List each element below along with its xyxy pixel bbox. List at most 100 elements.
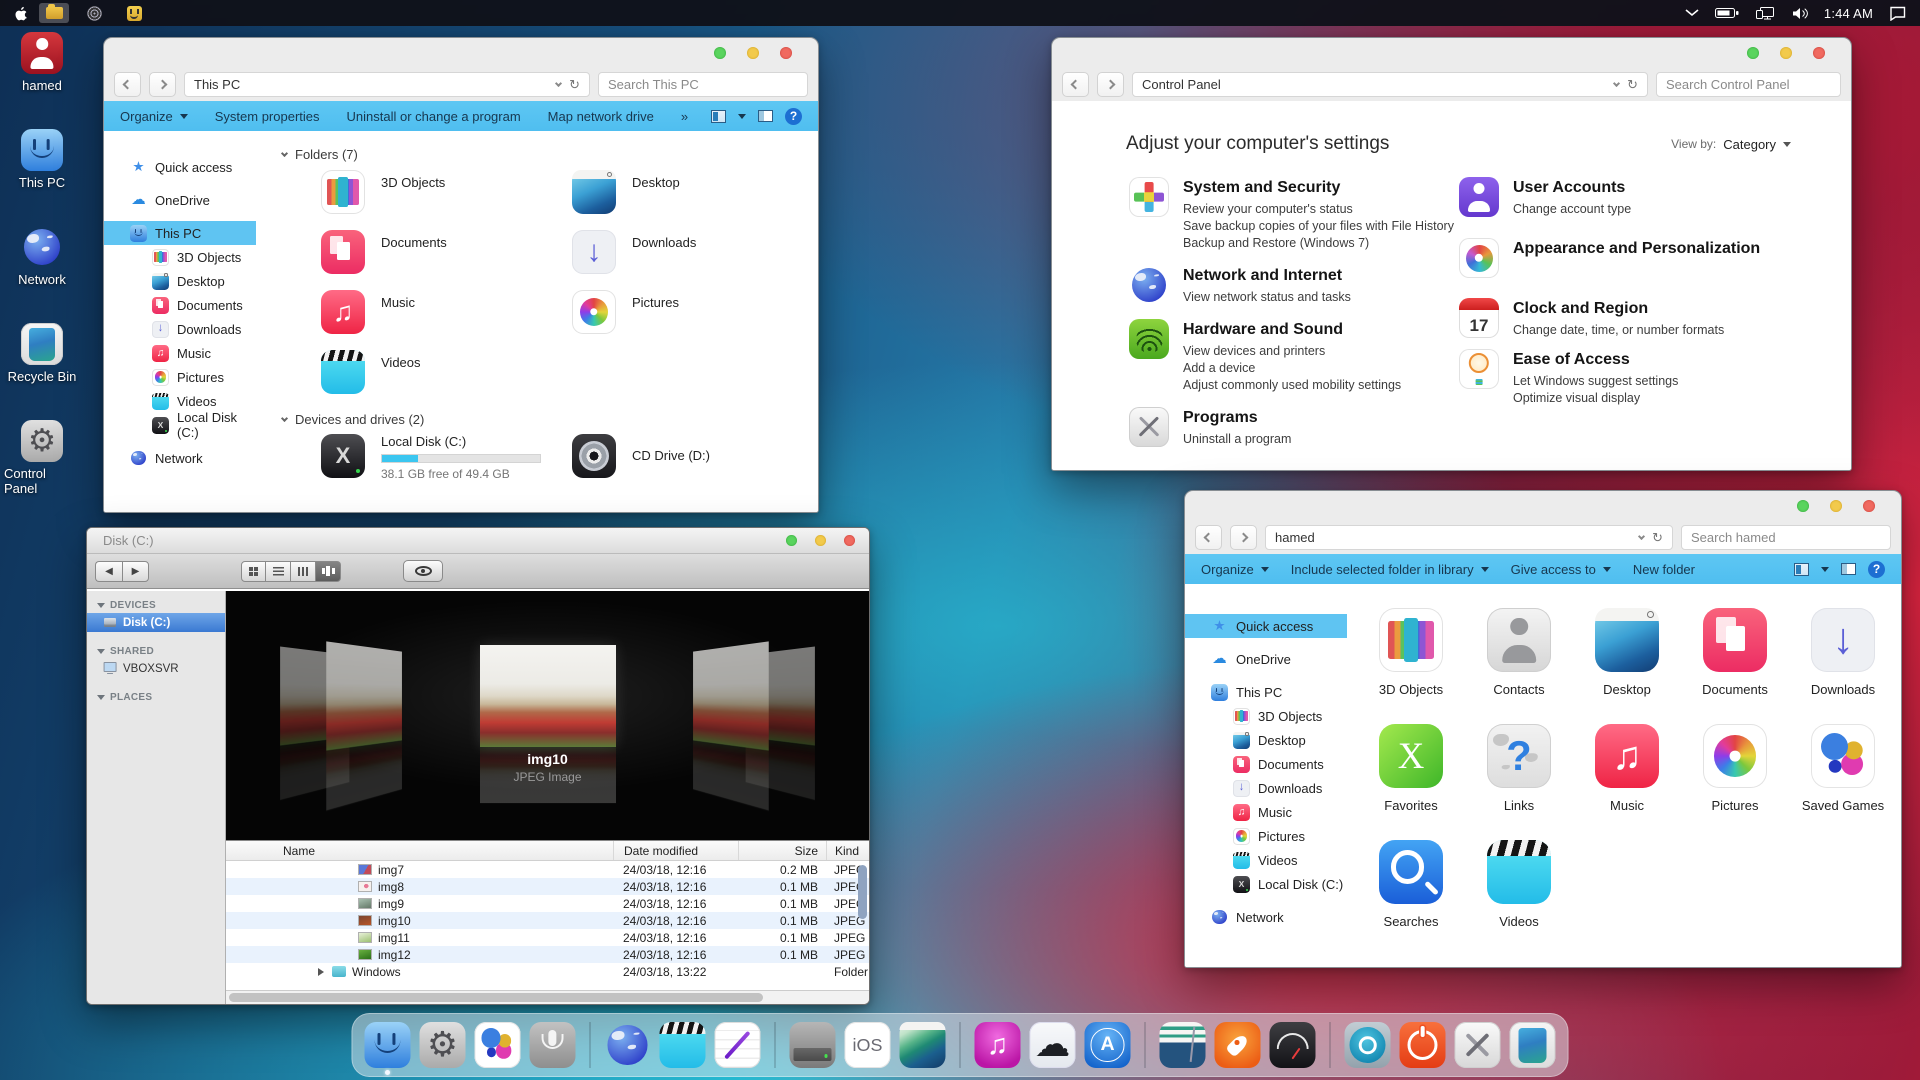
control-panel-task-link[interactable]: Adjust commonly used mobility settings (1183, 377, 1401, 394)
refresh-icon[interactable]: ↻ (569, 78, 580, 91)
traffic-light-yellow[interactable] (1830, 500, 1842, 512)
sidebar-item[interactable]: Disk (C:) (87, 613, 225, 632)
coverflow-view-button[interactable] (316, 561, 341, 582)
command-bar-item[interactable]: Uninstall or change a program (347, 109, 521, 124)
folders-section-header[interactable]: Folders (7) (282, 147, 358, 162)
desktop-icon[interactable]: Recycle Bin (4, 323, 80, 384)
list-view-button[interactable] (266, 561, 291, 582)
file-row[interactable]: Windows 24/03/18, 13:22 Folder (226, 963, 869, 980)
folder-item[interactable]: Contacts (1465, 608, 1573, 724)
sidebar-item[interactable]: OneDrive (104, 188, 256, 212)
sidebar-item[interactable]: 3D Objects (104, 245, 256, 269)
traffic-light-green[interactable] (714, 47, 726, 59)
title-bar[interactable] (1185, 491, 1901, 521)
command-bar-item[interactable]: Map network drive (548, 109, 654, 124)
cd-drive-item[interactable]: CD Drive (D:) (572, 434, 819, 481)
dock-item[interactable] (365, 1022, 411, 1068)
desktop-icon[interactable]: This PC (4, 129, 80, 190)
control-panel-task-link[interactable]: Change account type (1513, 201, 1631, 218)
fingerprint-app-tile[interactable] (79, 3, 109, 23)
traffic-light-red[interactable] (844, 535, 855, 546)
apple-logo-icon[interactable] (14, 5, 29, 21)
coverflow-card[interactable] (326, 641, 402, 750)
refresh-icon[interactable]: ↻ (1627, 78, 1638, 91)
clock[interactable]: 1:44 AM (1824, 6, 1873, 21)
address-input[interactable] (1275, 530, 1631, 545)
preview-pane-icon[interactable] (1841, 563, 1856, 575)
sidebar-item[interactable]: Music (104, 341, 256, 365)
command-bar-item[interactable]: New folder (1633, 562, 1695, 577)
traffic-light-yellow[interactable] (1780, 47, 1792, 59)
control-panel-task-link[interactable]: View network status and tasks (1183, 289, 1351, 306)
desktop-icon[interactable]: Control Panel (4, 420, 80, 496)
sidebar-item[interactable]: VBOXSVR (87, 659, 225, 678)
sidebar-item[interactable]: Music (1185, 800, 1347, 824)
search-box[interactable] (1681, 525, 1891, 550)
traffic-light-red[interactable] (780, 47, 792, 59)
forward-button[interactable]: ▶ (122, 561, 149, 582)
control-panel-category[interactable]: Programs Uninstall a program (1129, 407, 1459, 448)
traffic-light-yellow[interactable] (747, 47, 759, 59)
column-view-button[interactable] (291, 561, 316, 582)
sidebar-item[interactable]: Local Disk (C:) (1185, 872, 1347, 896)
chevron-down-icon[interactable] (1685, 9, 1699, 17)
desktop-icon[interactable]: hamed (4, 32, 80, 93)
sidebar-item[interactable]: Videos (1185, 848, 1347, 872)
sidebar-section-header[interactable]: DEVICES (87, 595, 225, 613)
folder-item[interactable]: Music (321, 290, 572, 334)
sidebar-section-header[interactable]: PLACES (87, 687, 225, 705)
sidebar-item[interactable]: This PC (1185, 680, 1347, 704)
dock-item[interactable] (1345, 1022, 1391, 1068)
sidebar-item[interactable]: Local Disk (C:) (104, 413, 256, 437)
folder-item[interactable]: Saved Games (1789, 724, 1897, 840)
traffic-light-green[interactable] (786, 535, 797, 546)
help-icon[interactable]: ? (1868, 561, 1885, 578)
command-bar-item[interactable]: Organize (1201, 562, 1269, 577)
folder-item[interactable]: Pictures (1681, 724, 1789, 840)
control-panel-category[interactable]: Network and Internet View network status… (1129, 265, 1459, 306)
control-panel-task-link[interactable]: Save backup copies of your files with Fi… (1183, 218, 1454, 235)
vertical-scrollbar-thumb[interactable] (858, 865, 867, 919)
sidebar-item[interactable]: Pictures (1185, 824, 1347, 848)
forward-button[interactable] (149, 72, 176, 97)
coverflow-card[interactable] (693, 641, 769, 750)
control-panel-task-link[interactable]: Optimize visual display (1513, 390, 1678, 407)
sidebar-section-header[interactable]: SHARED (87, 641, 225, 659)
dock-item[interactable] (1030, 1022, 1076, 1068)
sidebar-item[interactable]: Network (1185, 905, 1347, 929)
dock-item[interactable] (1400, 1022, 1446, 1068)
folder-item[interactable]: Links (1465, 724, 1573, 840)
file-row[interactable]: img10 24/03/18, 12:16 0.1 MB JPEG Image (226, 912, 869, 929)
address-input[interactable] (1142, 77, 1606, 92)
search-box[interactable] (1656, 72, 1841, 97)
file-row[interactable]: img12 24/03/18, 12:16 0.1 MB JPEG Image (226, 946, 869, 963)
sidebar-item[interactable]: Downloads (104, 317, 256, 341)
sidebar-item[interactable]: Documents (104, 293, 256, 317)
control-panel-category[interactable]: Clock and Region Change date, time, or n… (1459, 298, 1789, 339)
local-disk-item[interactable]: Local Disk (C:) 38.1 GB free of 49.4 GB (321, 434, 572, 481)
sidebar-item[interactable]: Pictures (104, 365, 256, 389)
dock-item[interactable] (975, 1022, 1021, 1068)
view-by-control[interactable]: View by: Category (1671, 137, 1791, 152)
control-panel-task-link[interactable]: View devices and printers (1183, 343, 1401, 360)
title-bar[interactable] (1052, 38, 1851, 68)
control-panel-category[interactable]: Appearance and Personalization (1459, 238, 1789, 278)
sidebar-item[interactable]: This PC (104, 221, 256, 245)
search-box[interactable] (598, 72, 808, 97)
address-bar[interactable]: ↻ (1132, 72, 1648, 97)
control-panel-category[interactable]: Hardware and Sound View devices and prin… (1129, 319, 1459, 394)
file-row[interactable]: img9 24/03/18, 12:16 0.1 MB JPEG Image (226, 895, 869, 912)
connect-display-icon[interactable] (1756, 6, 1776, 20)
command-bar-item[interactable]: Give access to (1511, 562, 1611, 577)
dock-item[interactable] (420, 1022, 466, 1068)
search-input[interactable] (608, 77, 798, 92)
size-column-header[interactable]: Size (738, 841, 826, 860)
dock-item[interactable] (1510, 1022, 1556, 1068)
horizontal-scrollbar[interactable] (226, 990, 869, 1004)
dock-item[interactable] (900, 1022, 946, 1068)
battery-icon[interactable] (1715, 7, 1740, 19)
control-panel-task-link[interactable]: Review your computer's status (1183, 201, 1454, 218)
date-column-header[interactable]: Date modified (613, 841, 738, 860)
control-panel-category[interactable]: System and Security Review your computer… (1129, 177, 1459, 252)
view-options-caret-icon[interactable] (738, 114, 746, 119)
